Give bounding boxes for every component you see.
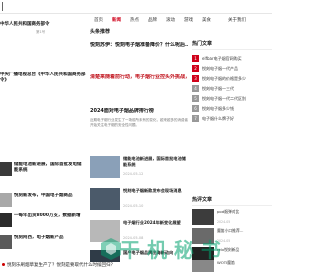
rec-item-1[interactable]: pod烟弹对比 2024-05 [192,209,272,227]
left-thumb-2[interactable] [0,193,12,207]
hot-item-5[interactable]: 5 悦刻电子烟一代二代区别 [192,94,272,103]
watermark-logo-icon [101,238,121,260]
hot-item-4[interactable]: 4 悦刻电子烟一三代 [192,84,272,93]
bullet-icon [2,263,5,266]
hot-item-1[interactable]: 1 elfbar电子烟官网购买 [192,54,272,63]
mid-row-3-meta: 2024-05-08 [123,236,144,240]
left-row-4[interactable]: 悦刻阿西，电子烟新产品 [14,235,84,242]
mid-row-1-thumb[interactable] [90,156,120,178]
nav-item-game[interactable]: 游戏 [184,17,193,23]
mid-row-1[interactable]: 储能电池新进展，国际首批电池储能系统 2024-05-12 [90,156,188,180]
bottom-headline-text[interactable]: 悦刻乐刷烟草复生产了？悦刻是要取代什么时候回归？ [7,263,115,268]
top-bar-divider [2,2,3,11]
mid-row-2-thumb[interactable] [90,188,120,210]
hot-item-7[interactable]: 7 电子烟什么牌子好 [192,114,272,123]
hot-rank-3: 3 [192,75,199,82]
rec-thumb-2[interactable] [192,228,214,244]
hot-rank-6: 6 [192,105,199,112]
nav-item-scroll[interactable]: 滚动 [166,17,175,23]
left-column: 中华人民共和国商务部令 第1号 中央广播电视总台《中华人民共和国商务部令》 储能… [0,17,86,272]
rec-title-1[interactable]: pod烟弹对比 [217,209,272,214]
mid-snippet: 近期电子烟行业发生了一场前所未有的变化，越来越多的消费者开始关注电子烟的安全性问… [90,118,188,127]
mid-row-2[interactable]: 悦刻电子烟新款发布会现场消息 2024-05-10 [90,188,188,212]
hot-item-6[interactable]: 6 悦刻电子烟多少钱 [192,104,272,113]
left-thumb-1[interactable] [0,162,12,176]
hot-item-3[interactable]: 3 悦刻电子烟的价格是多少 [192,74,272,83]
hot-label-1[interactable]: elfbar电子烟官网购买 [202,56,242,61]
mid-row-2-meta: 2024-05-10 [123,204,144,208]
mid-headline-3[interactable]: 2024面对电子烟品牌排行榜 [90,108,188,115]
rec-date-2: 2024-05 [217,239,231,243]
rec-item-4[interactable]: WOTI魔笛 [192,260,272,272]
mid-row-1-meta: 2024-05-12 [123,172,144,176]
left-thumb-3[interactable] [0,213,12,227]
rec-title-4[interactable]: WOTI魔笛 [217,260,272,265]
rec-thumb-1[interactable] [192,209,214,225]
rec-title-2[interactable]: 魔笛小口推荐... [217,228,272,233]
hot-rank-4: 4 [192,85,199,92]
nav-item-about[interactable]: 关于我们 [228,17,246,23]
hot-rank-7: 7 [192,115,199,122]
hot-header: 热门文章 [192,40,272,50]
rec-date-1: 2024-05 [217,220,231,224]
hot-label-6[interactable]: 悦刻电子烟多少钱 [202,106,234,111]
nav-item-hot[interactable]: 热点 [130,17,139,23]
rec-title-3[interactable]: relx悦刻新品 [217,247,272,252]
middle-column: 头条推荐 悦刻苏伊：悦刻电子烟准备降价？什么呢后... 清楚来随着前行动，电子烟… [90,28,188,272]
right-column: 热门文章 1 elfbar电子烟官网购买 2 悦刻电子烟一代产品 3 悦刻电子烟的价格… [192,28,272,272]
mid-row-2-title[interactable]: 悦刻电子烟新款发布会现场消息 [123,188,187,200]
hot-label-5[interactable]: 悦刻电子烟一代二代区别 [202,96,246,101]
left-row-2[interactable]: 悦刻新发布，中国电子烟商品 [14,193,84,200]
hot-label-7[interactable]: 电子烟什么牌子好 [202,116,234,121]
mid-row-4-title[interactable]: 国产电子烟品牌出海新动向 [123,250,187,256]
nav-item-food[interactable]: 美食 [202,17,211,23]
nav-item-home[interactable]: 首页 [94,17,103,23]
hot-label-2[interactable]: 悦刻电子烟一代产品 [202,66,238,71]
mid-headline-1[interactable]: 悦刻苏伊：悦刻电子烟准备降价？什么呢后... [90,42,188,49]
mid-section-header: 头条推荐 [90,29,111,35]
nav-item-brand[interactable]: 品牌 [148,17,157,23]
left-top-title[interactable]: 中华人民共和国商务部令 [0,22,86,28]
left-top-sub: 第1号 [36,30,46,34]
mid-row-1-title[interactable]: 储能电池新进展，国际首批电池储能系统 [123,156,187,168]
top-bar [0,0,272,14]
left-row-1[interactable]: 储能电池新进展，国际首批发电储能系统 [14,162,84,176]
rec-item-2[interactable]: 魔笛小口推荐... 2024-05 [192,228,272,246]
hot-label-3[interactable]: 悦刻电子烟的价格是多少 [202,76,246,81]
nav-item-news[interactable]: 新闻 [112,17,121,23]
hot-rank-5: 5 [192,95,199,102]
left-row-3[interactable]: 一每年出货8000万支，数据新增 [14,213,84,220]
left-article-title[interactable]: 中央广播电视总台《中华人民共和国商务部令》 [0,72,86,86]
rec-header: 热评文章 [192,196,272,206]
hot-item-2[interactable]: 2 悦刻电子烟一代产品 [192,64,272,73]
left-thumb-4[interactable] [0,235,12,249]
mid-row-3-title[interactable]: 电子烟行业2024年新变化展望 [123,220,187,232]
rec-thumb-4[interactable] [192,260,214,272]
hot-rank-2: 2 [192,65,199,72]
hot-rank-1: 1 [192,55,199,62]
hot-label-4[interactable]: 悦刻电子烟一三代 [202,86,234,91]
bottom-headline-link[interactable]: 悦刻乐刷烟草复生产了？悦刻是要取代什么时候回归？ [2,262,115,268]
mid-headline-2[interactable]: 清楚来随着前行动，电子烟行业控头外挑战，... [90,74,188,81]
